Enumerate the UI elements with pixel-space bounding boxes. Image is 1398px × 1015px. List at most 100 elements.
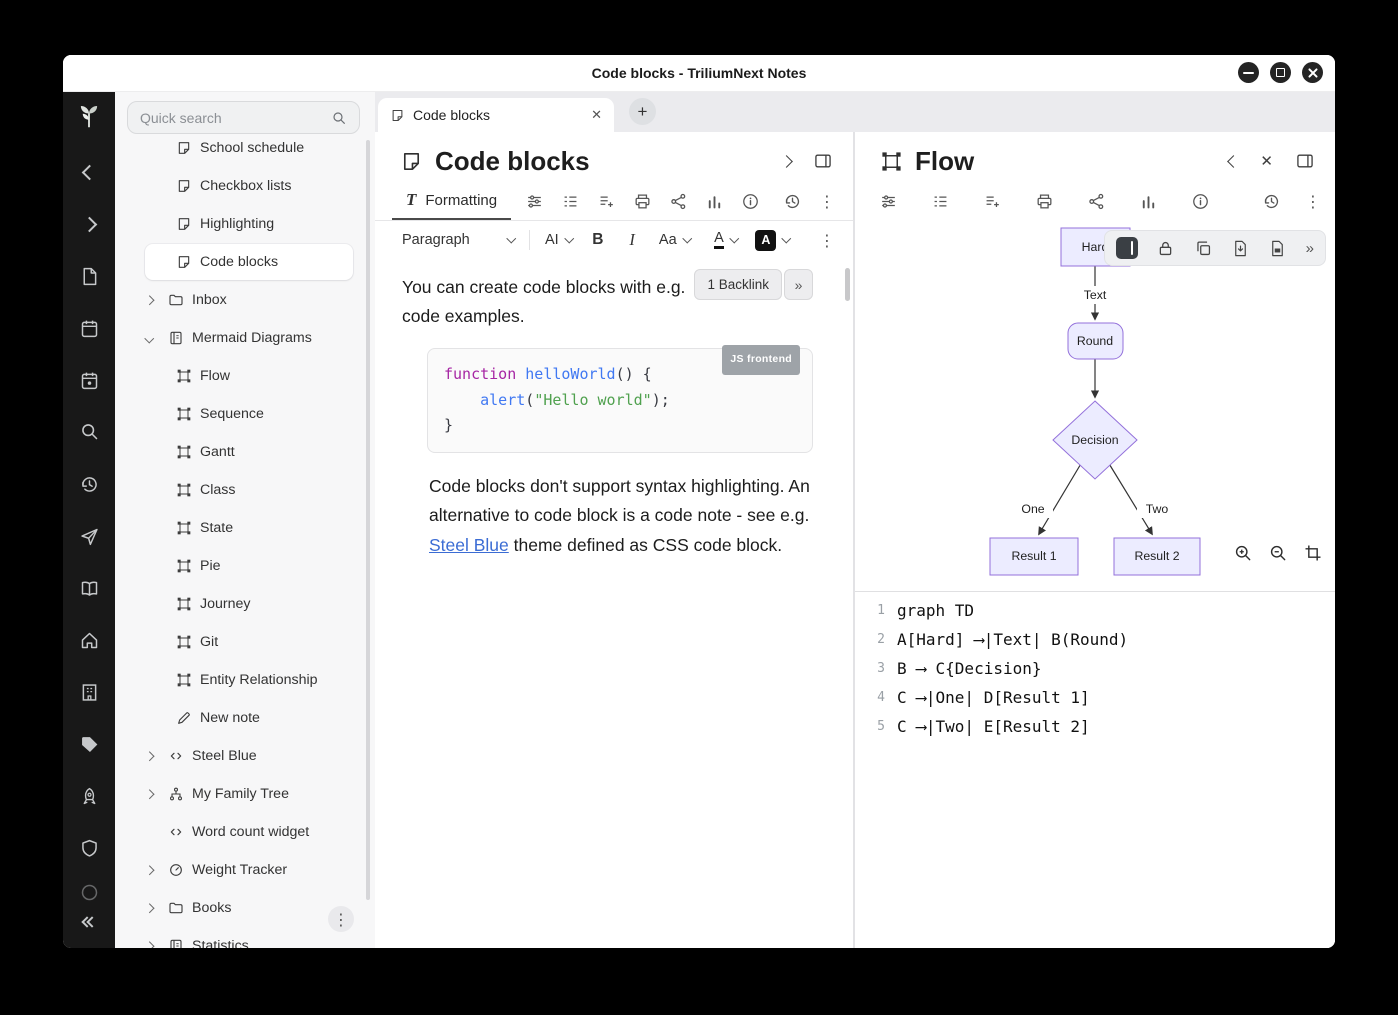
new-tab-button[interactable]: + bbox=[629, 98, 656, 125]
info-icon[interactable] bbox=[741, 192, 760, 211]
tree-item-flow[interactable]: Flow bbox=[115, 357, 375, 395]
share-nodes-icon[interactable] bbox=[1087, 192, 1106, 211]
steel-blue-link[interactable]: Steel Blue bbox=[429, 535, 509, 555]
tree-item-mermaid-diagrams[interactable]: Mermaid Diagrams bbox=[115, 319, 375, 357]
kebab-icon[interactable]: ⋮ bbox=[819, 231, 835, 250]
share-nodes-icon[interactable] bbox=[669, 192, 688, 211]
history-clock-icon[interactable] bbox=[1262, 192, 1281, 211]
recent-changes-button[interactable] bbox=[74, 470, 104, 498]
tree-item-class[interactable]: Class bbox=[115, 471, 375, 509]
tab-formatting[interactable]: T Formatting bbox=[392, 182, 511, 220]
tree-item-checkbox-lists[interactable]: Checkbox lists bbox=[115, 167, 375, 205]
tree-item-entity-relationship[interactable]: Entity Relationship bbox=[115, 661, 375, 699]
font-size-button[interactable]: Aa bbox=[659, 232, 690, 248]
bold-button[interactable]: B bbox=[592, 231, 603, 249]
code-block[interactable]: JS frontendfunction helloWorld() { alert… bbox=[427, 348, 813, 453]
list-icon[interactable] bbox=[931, 192, 950, 211]
chevron-right-icon[interactable] bbox=[144, 751, 153, 760]
tree-item-highlighting[interactable]: Highlighting bbox=[115, 205, 375, 243]
jump-to-note-button[interactable] bbox=[74, 522, 104, 550]
split-view-icon[interactable] bbox=[1116, 237, 1138, 259]
list-plus-icon[interactable] bbox=[597, 192, 616, 211]
tree-item-my-family-tree[interactable]: My Family Tree bbox=[115, 775, 375, 813]
search-button[interactable] bbox=[74, 417, 104, 445]
zoom-out-icon[interactable] bbox=[1268, 543, 1288, 563]
tree-item-gantt[interactable]: Gantt bbox=[115, 433, 375, 471]
double-chevron-right-icon[interactable]: » bbox=[1306, 240, 1314, 257]
backlink-button[interactable]: 1 Backlink bbox=[694, 269, 782, 300]
printer-icon[interactable] bbox=[1035, 192, 1054, 211]
close-pane-icon[interactable]: ✕ bbox=[1260, 152, 1273, 170]
export-png-icon[interactable] bbox=[1268, 239, 1287, 258]
tab-code-blocks[interactable]: Code blocks ✕ bbox=[378, 98, 614, 132]
tree-item-git[interactable]: Git bbox=[115, 623, 375, 661]
chevron-right-icon[interactable] bbox=[144, 903, 153, 912]
lock-icon[interactable] bbox=[1156, 239, 1175, 258]
tree-item-code-blocks[interactable]: Code blocks bbox=[115, 243, 375, 281]
tree-more-button[interactable]: ⋮ bbox=[328, 906, 354, 932]
minimize-button[interactable] bbox=[1238, 62, 1259, 83]
chevron-down-icon[interactable] bbox=[144, 333, 153, 342]
backlink-expand-button[interactable]: » bbox=[784, 269, 813, 300]
maximize-button[interactable] bbox=[1270, 62, 1291, 83]
copy-icon[interactable] bbox=[1194, 239, 1213, 258]
tab-close-icon[interactable]: ✕ bbox=[591, 107, 602, 123]
bar-chart-icon[interactable] bbox=[705, 192, 724, 211]
shield-button[interactable] bbox=[74, 834, 104, 862]
tree-item-inbox[interactable]: Inbox bbox=[115, 281, 375, 319]
tree-item-new-note[interactable]: New note bbox=[115, 699, 375, 737]
mermaid-source-editor[interactable]: 1graph TD 2A[Hard] ⟶|Text| B(Round) 3B ⟶… bbox=[855, 591, 1335, 741]
tree-item-weight-tracker[interactable]: Weight Tracker bbox=[115, 851, 375, 889]
settings-sliders-icon[interactable] bbox=[879, 192, 898, 211]
content-scrollbar[interactable] bbox=[845, 268, 850, 301]
background-color-button[interactable]: A bbox=[755, 230, 790, 251]
calendar-button[interactable] bbox=[74, 314, 104, 342]
tree-scrollbar[interactable] bbox=[366, 140, 370, 900]
paragraph-style-select[interactable]: Paragraph bbox=[402, 232, 514, 248]
export-svg-icon[interactable] bbox=[1231, 239, 1250, 258]
tag-button[interactable] bbox=[74, 730, 104, 758]
history-back-button[interactable] bbox=[74, 158, 104, 186]
tree-item-pie[interactable]: Pie bbox=[115, 547, 375, 585]
chevron-right-icon[interactable] bbox=[144, 295, 153, 304]
close-button[interactable] bbox=[1302, 62, 1323, 83]
chevron-right-icon[interactable] bbox=[144, 865, 153, 874]
italic-button[interactable]: I bbox=[629, 230, 635, 250]
home-button[interactable] bbox=[74, 626, 104, 654]
tree-item-steel-blue[interactable]: Steel Blue bbox=[115, 737, 375, 775]
kebab-icon[interactable]: ⋮ bbox=[819, 192, 835, 211]
history-forward-button[interactable] bbox=[74, 210, 104, 238]
printer-icon[interactable] bbox=[633, 192, 652, 211]
history-clock-icon[interactable] bbox=[783, 192, 802, 211]
chevron-right-icon[interactable] bbox=[780, 155, 793, 168]
font-color-button[interactable]: A bbox=[714, 231, 737, 249]
trilium-logo[interactable] bbox=[74, 102, 104, 130]
tree-item-sequence[interactable]: Sequence bbox=[115, 395, 375, 433]
note-title[interactable]: Flow bbox=[915, 146, 974, 177]
crop-icon[interactable] bbox=[1303, 543, 1323, 563]
ai-button[interactable]: AI bbox=[545, 232, 572, 248]
rocket-button[interactable] bbox=[74, 782, 104, 810]
scrolled-launcher-item[interactable] bbox=[74, 878, 104, 906]
chevron-right-icon[interactable] bbox=[144, 941, 153, 948]
toggle-right-pane-icon[interactable] bbox=[1295, 151, 1315, 171]
list-plus-icon[interactable] bbox=[983, 192, 1002, 211]
note-editor[interactable]: You can create code blocks with e.g. cod… bbox=[375, 259, 853, 560]
list-icon[interactable] bbox=[561, 192, 580, 211]
chevron-left-icon[interactable] bbox=[1228, 155, 1241, 168]
tree-item-word-count-widget[interactable]: Word count widget bbox=[115, 813, 375, 851]
collapse-launcher-button[interactable] bbox=[74, 908, 104, 936]
tree-item-journey[interactable]: Journey bbox=[115, 585, 375, 623]
tree-item-state[interactable]: State bbox=[115, 509, 375, 547]
settings-sliders-icon[interactable] bbox=[525, 192, 544, 211]
toggle-right-pane-icon[interactable] bbox=[813, 151, 833, 171]
tree-item-school-schedule[interactable]: School schedule bbox=[115, 129, 375, 167]
note-title[interactable]: Code blocks bbox=[435, 146, 590, 177]
bookshelf-button[interactable] bbox=[74, 574, 104, 602]
today-button[interactable] bbox=[74, 366, 104, 394]
info-icon[interactable] bbox=[1191, 192, 1210, 211]
bar-chart-icon[interactable] bbox=[1139, 192, 1158, 211]
kebab-icon[interactable]: ⋮ bbox=[1305, 192, 1321, 211]
new-note-button[interactable] bbox=[74, 262, 104, 290]
chevron-right-icon[interactable] bbox=[144, 789, 153, 798]
